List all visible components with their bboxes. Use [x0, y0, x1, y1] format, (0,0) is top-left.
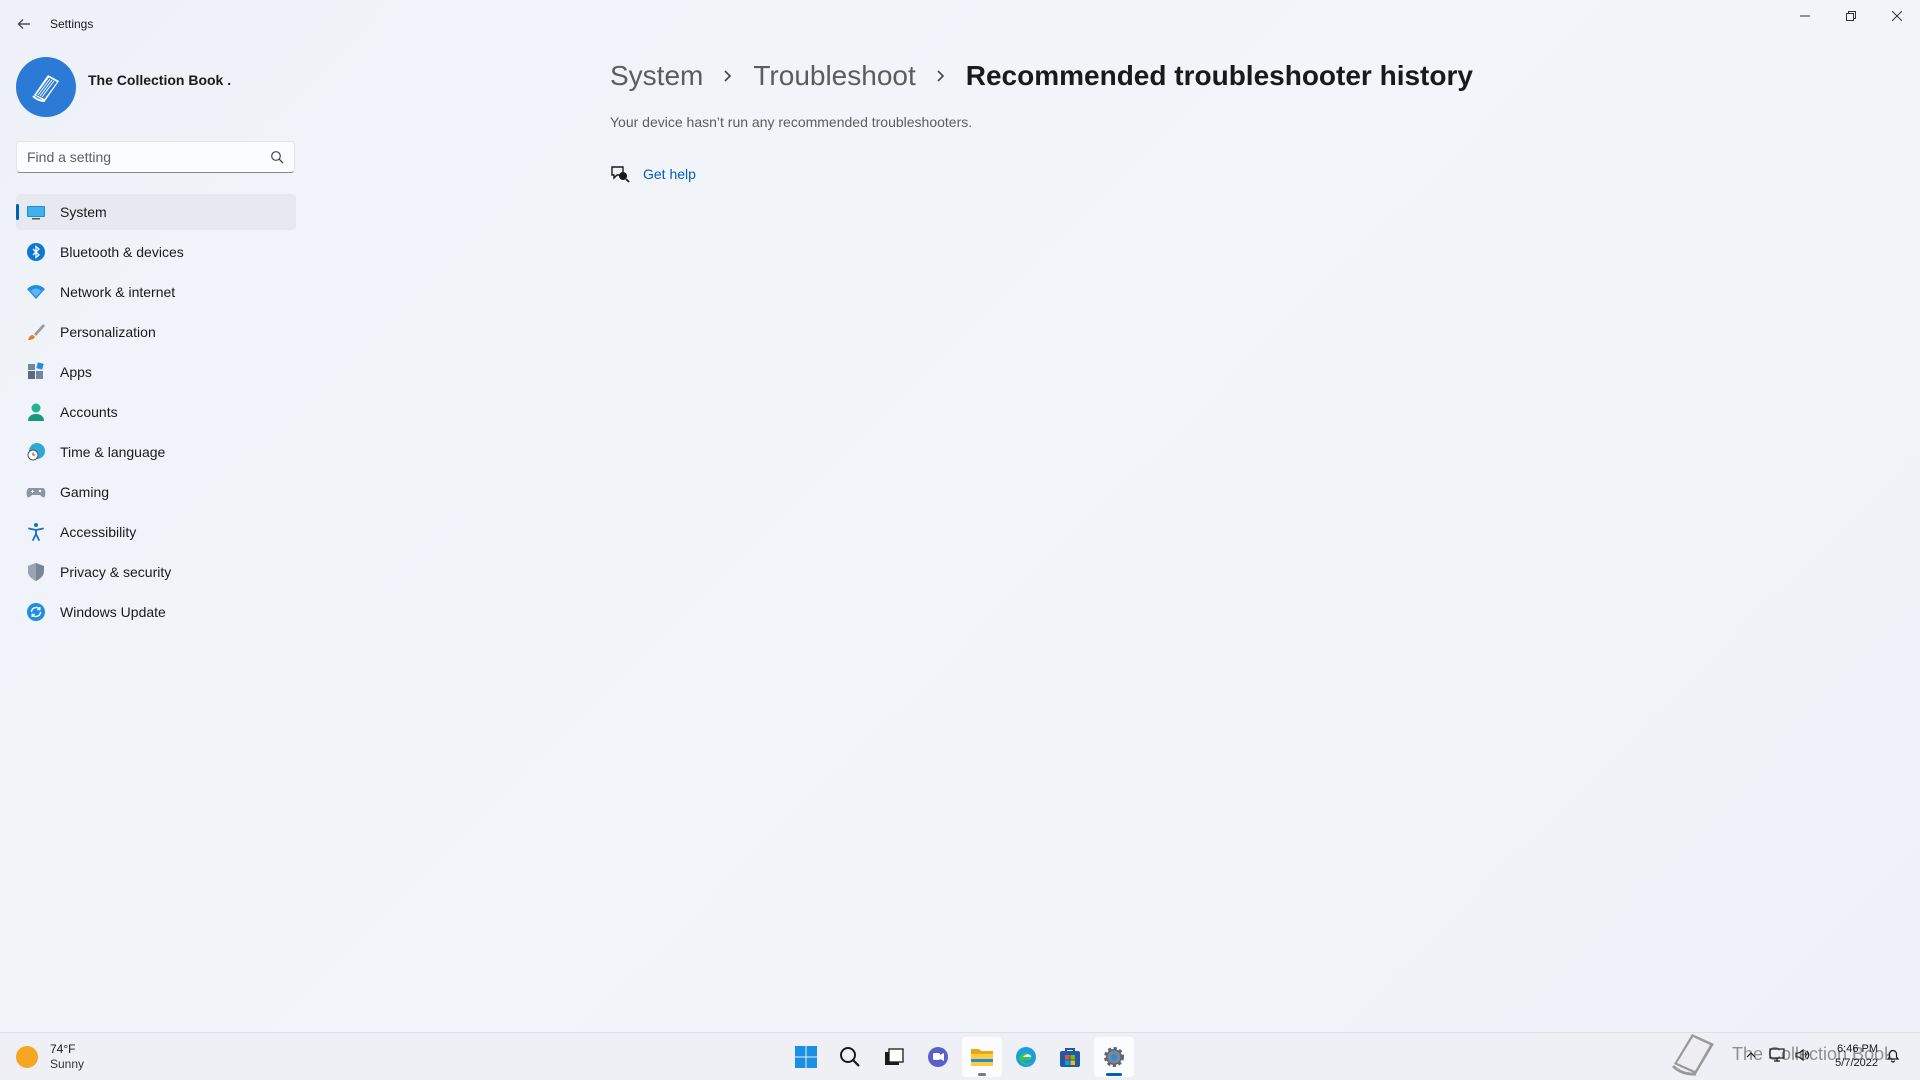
sidebar-item-system[interactable]: System — [16, 194, 296, 230]
settings-window: Settings The Collection Book . Syst — [0, 0, 1920, 1032]
start-button[interactable] — [786, 1037, 826, 1077]
notification-bell-icon — [1886, 1049, 1900, 1063]
wifi-icon — [26, 282, 46, 302]
book-logo-icon — [32, 75, 59, 102]
sidebar-item-gaming[interactable]: Gaming — [16, 474, 296, 510]
sidebar-item-accounts[interactable]: Accounts — [16, 394, 296, 430]
edge-icon — [1016, 1047, 1036, 1067]
watermark-book-icon — [1671, 1034, 1714, 1076]
edge-browser-button[interactable] — [1006, 1037, 1046, 1077]
help-icon — [610, 164, 630, 184]
weather-temp: 74°F — [50, 1042, 76, 1056]
file-explorer-button[interactable] — [962, 1037, 1002, 1077]
sidebar-item-personalization[interactable]: Personalization — [16, 314, 296, 350]
shield-icon — [26, 562, 46, 582]
close-icon — [1892, 11, 1902, 21]
history-status-text: Your device hasn’t run any recommended t… — [610, 114, 973, 130]
chevron-right-icon — [934, 69, 948, 83]
store-icon — [1060, 1048, 1080, 1067]
settings-app-button[interactable] — [1094, 1037, 1134, 1077]
weather-widget[interactable]: 74°F Sunny — [16, 1041, 84, 1073]
show-hidden-icons-button[interactable] — [1742, 1046, 1760, 1064]
sun-icon — [16, 1046, 38, 1068]
sidebar-item-label: Network & internet — [60, 284, 176, 300]
profile-name: The Collection Book . — [88, 72, 232, 88]
search-icon — [840, 1047, 860, 1067]
sidebar-item-label: Accessibility — [60, 524, 137, 540]
breadcrumb-troubleshoot[interactable]: Troubleshoot — [753, 60, 915, 92]
search-box[interactable] — [16, 141, 295, 173]
back-arrow-icon — [17, 19, 30, 29]
back-button[interactable] — [10, 10, 38, 38]
notification-center-button[interactable] — [1884, 1046, 1902, 1064]
clock-date: 5/7/2022 — [1835, 1057, 1878, 1069]
sidebar-item-network[interactable]: Network & internet — [16, 274, 296, 310]
restore-icon — [1846, 11, 1856, 21]
sidebar-item-label: Bluetooth & devices — [60, 244, 184, 260]
page-title: Recommended troubleshooter history — [965, 60, 1473, 91]
taskbar-clock[interactable]: 6:46 PM 5/7/2022 — [1818, 1042, 1878, 1070]
taskbar: 74°F Sunny — [0, 1032, 1920, 1080]
sidebar-item-label: Time & language — [60, 444, 166, 460]
app-title: Settings — [50, 17, 94, 31]
minimize-icon — [1800, 15, 1810, 17]
microsoft-store-button[interactable] — [1050, 1037, 1090, 1077]
close-button[interactable] — [1874, 0, 1920, 32]
accessibility-icon — [26, 522, 46, 542]
folder-icon — [971, 1049, 993, 1066]
weather-text: 74°F Sunny — [50, 1042, 84, 1072]
get-help-link[interactable]: Get help — [610, 163, 696, 185]
volume-tray-button[interactable] — [1793, 1046, 1811, 1064]
sidebar-item-label: Accounts — [60, 404, 118, 420]
brush-icon — [26, 322, 46, 342]
breadcrumb-system[interactable]: System — [610, 60, 703, 92]
gamepad-icon — [26, 482, 46, 502]
chevron-up-icon — [1746, 1052, 1756, 1058]
sidebar-item-label: Apps — [60, 364, 92, 380]
gear-icon — [1104, 1047, 1124, 1067]
monitor-network-icon — [1769, 1048, 1785, 1062]
minimize-button[interactable] — [1782, 0, 1828, 32]
account-icon — [26, 402, 46, 422]
chat-button[interactable] — [918, 1037, 958, 1077]
bluetooth-icon — [26, 242, 46, 262]
sidebar-nav: System Bluetooth & devices Network & int… — [16, 194, 296, 634]
speaker-icon — [1795, 1048, 1810, 1062]
breadcrumb: System Troubleshoot Recommended troubles… — [610, 56, 1473, 96]
task-view-icon — [885, 1048, 904, 1065]
sidebar-item-label: Gaming — [60, 484, 110, 500]
windows-logo-icon — [795, 1046, 817, 1068]
sidebar-item-label: Privacy & security — [60, 564, 172, 580]
clock-time: 6:46 PM — [1837, 1043, 1878, 1055]
chevron-right-icon — [721, 69, 735, 83]
system-icon — [26, 202, 46, 222]
sidebar-item-time-language[interactable]: Time & language — [16, 434, 296, 470]
taskbar-search-button[interactable] — [830, 1037, 870, 1077]
apps-icon — [26, 362, 46, 382]
taskbar-apps — [786, 1037, 1138, 1077]
weather-condition: Sunny — [50, 1057, 85, 1071]
sidebar-item-label: System — [60, 204, 107, 220]
restore-button[interactable] — [1828, 0, 1874, 32]
sidebar-item-privacy[interactable]: Privacy & security — [16, 554, 296, 590]
get-help-label: Get help — [643, 166, 696, 182]
clock-globe-icon — [26, 442, 46, 462]
search-icon[interactable] — [270, 150, 284, 164]
sidebar-item-label: Windows Update — [60, 604, 166, 620]
sidebar-item-bluetooth[interactable]: Bluetooth & devices — [16, 234, 296, 270]
task-view-button[interactable] — [874, 1037, 914, 1077]
network-tray-button[interactable] — [1768, 1046, 1786, 1064]
sidebar-item-apps[interactable]: Apps — [16, 354, 296, 390]
title-bar: Settings — [0, 0, 1920, 48]
sidebar-item-label: Personalization — [60, 324, 156, 340]
chat-icon — [928, 1047, 948, 1067]
update-icon — [26, 602, 46, 622]
search-input[interactable] — [27, 142, 257, 172]
sidebar-item-accessibility[interactable]: Accessibility — [16, 514, 296, 550]
sidebar-item-windows-update[interactable]: Windows Update — [16, 594, 296, 630]
avatar[interactable] — [16, 57, 76, 117]
